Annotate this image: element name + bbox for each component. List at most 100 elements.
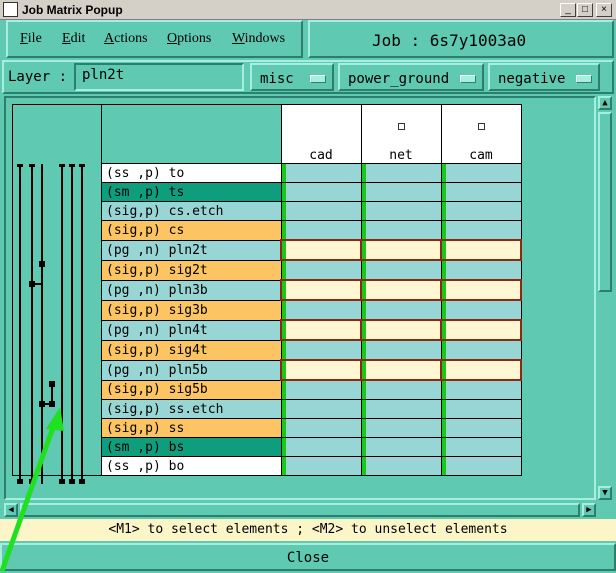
matrix-cell[interactable] [280,163,362,183]
matrix-cell[interactable] [440,359,522,381]
matrix-cell[interactable] [440,239,522,261]
layer-name-cell[interactable]: (pg ,n) pln4t [101,319,282,341]
polarity-dropdown[interactable]: negative [488,63,600,91]
active-marker [282,361,286,379]
matrix-cell[interactable] [360,399,442,419]
close-button[interactable]: Close [0,543,616,571]
matrix-cell[interactable] [280,279,362,301]
matrix-cell[interactable] [280,456,362,476]
matrix-cell[interactable] [440,163,522,183]
matrix-cell[interactable] [440,319,522,341]
layer-name-cell[interactable]: (ss ,p) bo [101,456,282,476]
active-marker [361,202,366,220]
matrix-cell[interactable] [280,259,362,281]
matrix-cell[interactable] [360,259,442,281]
matrix-cell[interactable] [360,379,442,400]
layer-name-cell[interactable]: (sig,p) sig4t [101,339,282,361]
active-marker [281,164,286,182]
matrix-cell[interactable] [360,359,442,381]
matrix-cell[interactable] [360,456,442,476]
matrix-cell[interactable] [280,220,362,241]
active-marker [361,221,366,239]
layer-field[interactable]: pln2t [74,63,244,91]
matrix-cell[interactable] [440,379,522,400]
layer-name-cell[interactable]: (sm ,p) bs [101,437,282,457]
matrix-cell[interactable] [280,239,362,261]
matrix-cell[interactable] [440,279,522,301]
matrix-cell[interactable] [360,182,442,202]
scroll-up-icon[interactable]: ▲ [598,96,612,110]
active-marker [441,183,446,201]
matrix-cell[interactable] [360,279,442,301]
vertical-scrollbar[interactable]: ▲ ▼ [598,96,612,500]
job-title: Job : 6s7y1003a0 [372,31,527,50]
matrix-cell[interactable] [280,359,362,381]
layer-name-cell[interactable]: (sig,p) cs.etch [101,201,282,221]
matrix-cell[interactable] [280,319,362,341]
column-label: cam [469,148,493,163]
layer-name-cell[interactable]: (sig,p) sig2t [101,259,282,281]
column-header-cam[interactable]: cam [440,104,522,164]
matrix-cell[interactable] [360,437,442,457]
matrix-cell[interactable] [360,319,442,341]
matrix-cell[interactable] [360,239,442,261]
matrix-cell[interactable] [440,339,522,361]
matrix-cell[interactable] [360,299,442,321]
matrix-cell[interactable] [280,299,362,321]
maximize-button[interactable]: □ [577,3,593,17]
layer-name-cell[interactable]: (pg ,n) pln2t [101,239,282,261]
layer-name-cell[interactable]: (ss ,p) to [101,163,282,183]
scroll-right-icon[interactable]: ▶ [582,503,596,517]
power-ground-dropdown[interactable]: power_ground [338,63,484,91]
matrix-cell[interactable] [440,259,522,281]
layer-name-cell[interactable]: (sm ,p) ts [101,182,282,202]
menu-windows[interactable]: Windows [232,31,285,47]
matrix-cell[interactable] [440,220,522,241]
matrix-cell[interactable] [280,379,362,400]
horizontal-scrollbar[interactable]: ◀ ▶ [4,503,596,517]
matrix-cell[interactable] [440,418,522,438]
menu-options[interactable]: Options [167,31,211,47]
matrix-cell[interactable] [360,418,442,438]
matrix-cell[interactable] [440,182,522,202]
matrix-cell[interactable] [280,437,362,457]
layer-name-cell[interactable]: (sig,p) sig5b [101,379,282,400]
menu-actions[interactable]: Actions [104,31,148,47]
matrix-cell[interactable] [360,220,442,241]
matrix-cell[interactable] [280,182,362,202]
vertical-scroll-thumb[interactable] [598,112,612,292]
scroll-down-icon[interactable]: ▼ [598,486,612,500]
matrix-cell[interactable] [280,399,362,419]
active-marker [281,341,286,359]
active-marker [441,438,446,456]
matrix-cell[interactable] [360,163,442,183]
matrix-cell[interactable] [280,418,362,438]
active-marker [281,381,286,399]
column-header-cad[interactable]: cad [280,104,362,164]
matrix-cell[interactable] [360,201,442,221]
matrix-cell[interactable] [440,399,522,419]
layer-name-cell[interactable]: (sig,p) sig3b [101,299,282,321]
misc-dropdown[interactable]: misc [250,63,334,91]
minimize-button[interactable]: _ [560,3,576,17]
layer-name-cell[interactable]: (sig,p) ss [101,418,282,438]
active-marker [281,400,286,418]
menu-edit[interactable]: Edit [62,31,85,47]
active-marker [281,183,286,201]
matrix-cell[interactable] [440,437,522,457]
close-window-button[interactable]: × [596,3,612,17]
layer-name-cell[interactable]: (pg ,n) pln3b [101,279,282,301]
column-header-net[interactable]: net [360,104,442,164]
matrix-cell[interactable] [440,456,522,476]
matrix-cell[interactable] [440,299,522,321]
layer-name-cell[interactable]: (pg ,n) pln5b [101,359,282,381]
active-marker [441,202,446,220]
matrix-cell[interactable] [360,339,442,361]
layer-name-cell[interactable]: (sig,p) ss.etch [101,399,282,419]
matrix-cell[interactable] [280,201,362,221]
matrix-cell[interactable] [280,339,362,361]
layer-name-cell[interactable]: (sig,p) cs [101,220,282,241]
menu-file[interactable]: File [20,31,42,47]
horizontal-scroll-thumb[interactable] [20,503,580,517]
matrix-cell[interactable] [440,201,522,221]
